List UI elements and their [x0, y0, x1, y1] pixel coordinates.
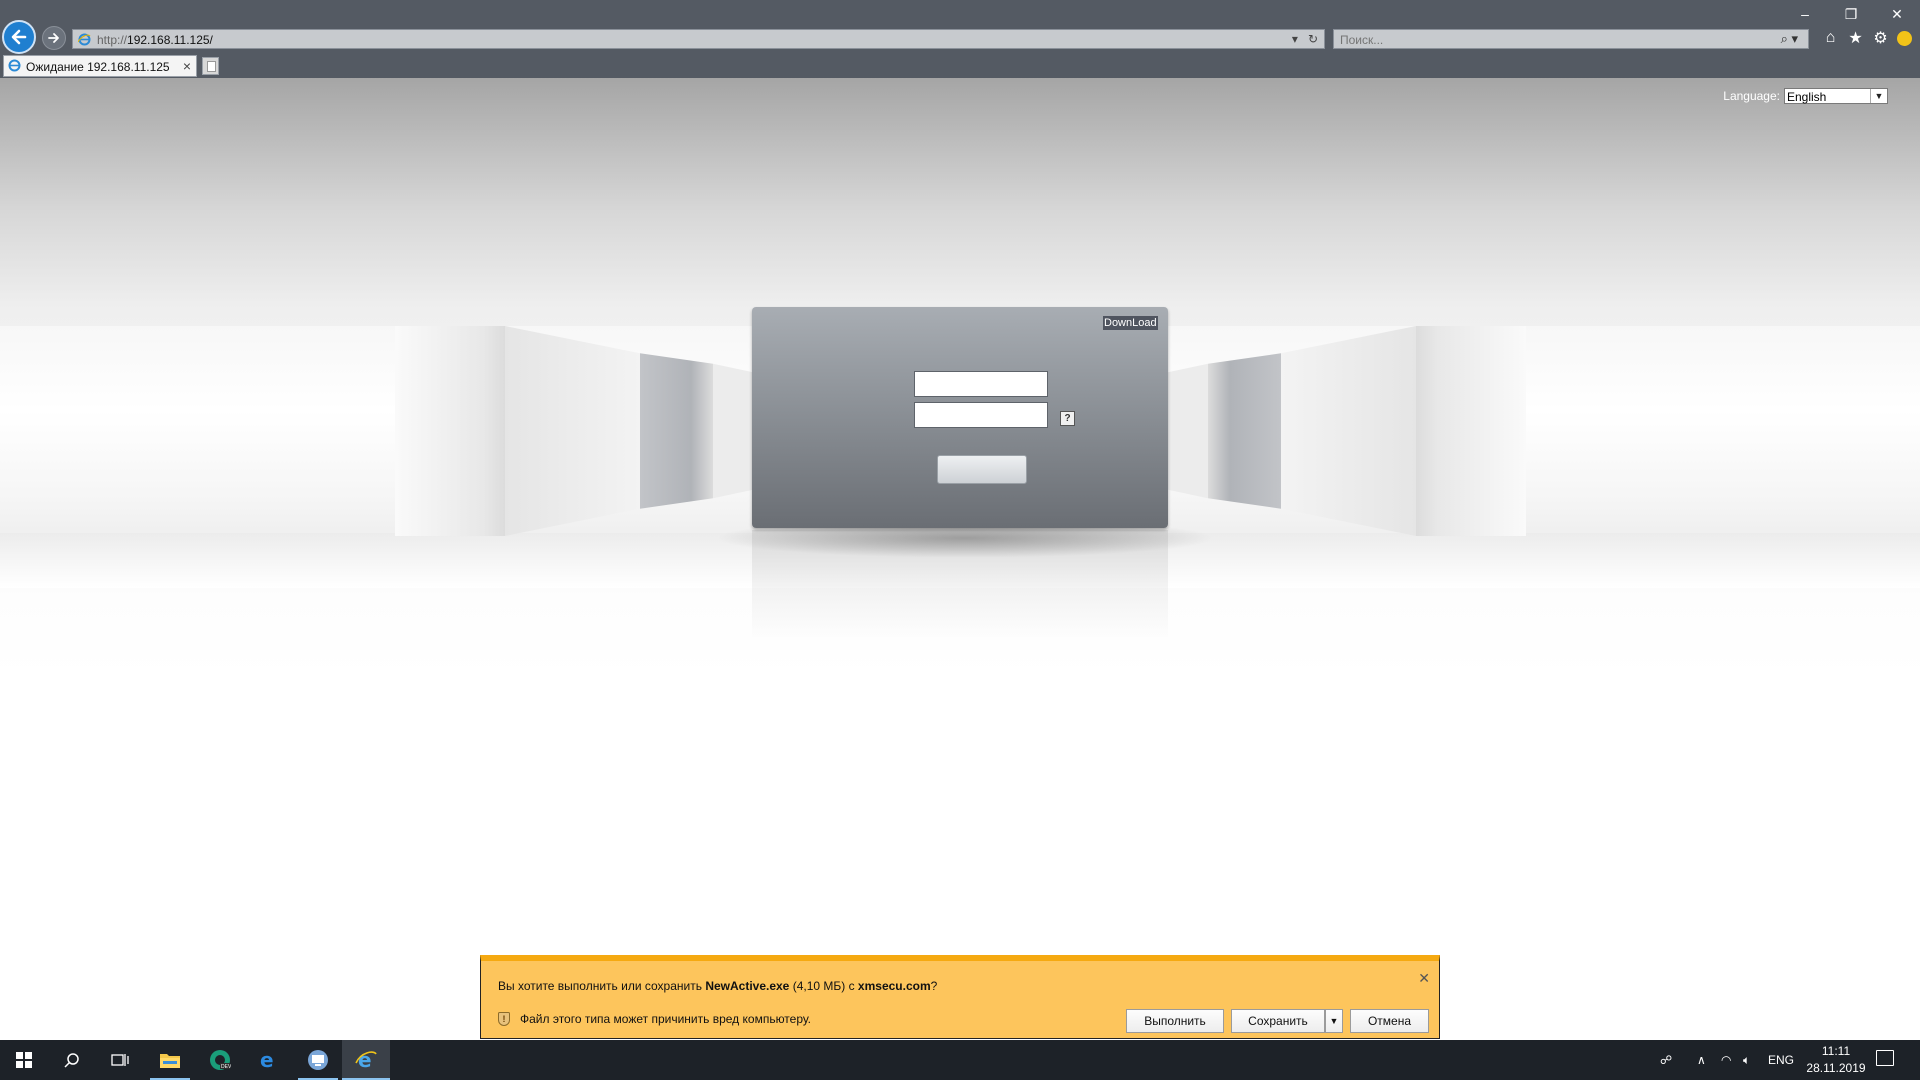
- arrow-left-icon: [11, 29, 27, 45]
- background-wall: [395, 326, 505, 536]
- download-question: Вы хотите выполнить или сохранить NewAct…: [498, 979, 937, 993]
- background-wall: [505, 326, 640, 536]
- system-tray: ☍: [1660, 1040, 1676, 1080]
- volume-icon[interactable]: 🔈︎: [1743, 1053, 1765, 1068]
- save-button[interactable]: Сохранить: [1231, 1009, 1325, 1033]
- ie-tab-icon: [8, 59, 21, 72]
- forward-button[interactable]: [42, 26, 66, 50]
- clock[interactable]: 11:11 28.11.2019: [1794, 1043, 1878, 1077]
- search-icon[interactable]: ⌕ ▾: [1781, 31, 1798, 47]
- feedback-smiley-icon[interactable]: [1897, 30, 1912, 46]
- language-selector: Language: English ▼: [1723, 88, 1888, 104]
- ie-page-icon: [78, 33, 91, 46]
- task-view-button[interactable]: [96, 1040, 144, 1080]
- warning-text: Файл этого типа может причинить вред ком…: [520, 1012, 812, 1026]
- window-controls: – ❐ ✕: [1782, 0, 1920, 28]
- people-icon[interactable]: ☍: [1660, 1053, 1676, 1067]
- back-button[interactable]: [2, 20, 36, 54]
- url-host: 192.168.11.125/: [127, 33, 213, 47]
- folder-icon: [160, 1054, 180, 1068]
- warning-shield-icon: !: [498, 1012, 510, 1026]
- taskbar-search-button[interactable]: [48, 1040, 96, 1080]
- close-icon[interactable]: ✕: [1418, 970, 1430, 987]
- username-input[interactable]: [914, 371, 1048, 397]
- question-suffix: ?: [930, 979, 938, 993]
- browser-tab[interactable]: Ожидание 192.168.11.125 ×: [3, 55, 197, 77]
- save-options-dropdown[interactable]: ▼: [1325, 1009, 1343, 1033]
- language-label: Language:: [1723, 89, 1780, 103]
- favorites-star-icon[interactable]: ★: [1847, 28, 1864, 48]
- panel-reflection: [752, 530, 1168, 640]
- download-plugin-button[interactable]: DownLoad: [1103, 316, 1158, 330]
- restore-button[interactable]: ❐: [1828, 0, 1874, 28]
- windows-logo-icon: [16, 1052, 32, 1068]
- internet-explorer-icon: e: [355, 1049, 377, 1071]
- arrow-right-icon: [48, 33, 59, 43]
- edge-legacy-button[interactable]: e: [244, 1040, 292, 1080]
- background-wall: [1281, 326, 1416, 536]
- start-button[interactable]: [0, 1040, 48, 1080]
- svg-text:e: e: [260, 1050, 274, 1070]
- url-protocol: http://: [97, 33, 128, 47]
- edge-dev-button[interactable]: DEV: [196, 1040, 244, 1080]
- search-icon: [64, 1053, 79, 1068]
- login-button[interactable]: [937, 455, 1027, 484]
- download-notification-bar: Вы хотите выполнить или сохранить NewAct…: [480, 955, 1440, 1039]
- language-select[interactable]: English ▼: [1784, 88, 1888, 104]
- file-size: (4,10 МБ) с: [789, 979, 858, 993]
- remote-desktop-icon: [308, 1050, 328, 1070]
- clock-date: 28.11.2019: [1806, 1061, 1866, 1075]
- chevron-up-icon[interactable]: ∧: [1697, 1053, 1717, 1067]
- tray-icons: ∧ ◠ 🔈︎ ENG: [1697, 1040, 1797, 1080]
- address-bar[interactable]: http://192.168.11.125/ ▾ ↻: [72, 29, 1325, 49]
- close-window-button[interactable]: ✕: [1874, 0, 1920, 28]
- address-dropdown-icon[interactable]: ▾: [1292, 32, 1298, 46]
- edge-dev-icon: DEV: [210, 1050, 231, 1070]
- svg-text:DEV: DEV: [221, 1064, 231, 1070]
- action-center-icon[interactable]: [1876, 1050, 1894, 1066]
- input-language[interactable]: ENG: [1765, 1053, 1797, 1067]
- login-panel: DownLoad ?: [752, 307, 1168, 528]
- background-wall: [1416, 326, 1526, 536]
- file-source: xmsecu.com: [857, 979, 931, 993]
- clock-time: 11:11: [1821, 1044, 1851, 1058]
- search-input[interactable]: [1338, 31, 1742, 49]
- language-value: English: [1787, 90, 1827, 104]
- taskbar: DEV e e ☍ ∧ ◠ 🔈︎ ENG 11:11 28.11.2019: [0, 1040, 1920, 1080]
- url-text: http://192.168.11.125/: [97, 33, 213, 47]
- file-explorer-button[interactable]: [146, 1040, 194, 1080]
- browser-chrome: http://192.168.11.125/ ▾ ↻ ⌕ ▾ ⌂ ★ ⚙ – ❐…: [0, 0, 1920, 78]
- task-view-icon: [111, 1054, 129, 1066]
- question-prefix: Вы хотите выполнить или сохранить: [498, 979, 706, 993]
- search-box[interactable]: ⌕ ▾: [1333, 29, 1809, 49]
- remote-app-button[interactable]: [294, 1040, 342, 1080]
- chevron-down-icon[interactable]: ▼: [1870, 89, 1887, 103]
- minimize-button[interactable]: –: [1782, 0, 1828, 28]
- cancel-button[interactable]: Отмена: [1350, 1009, 1429, 1033]
- internet-explorer-button[interactable]: e: [342, 1040, 390, 1080]
- tab-close-icon[interactable]: ×: [183, 58, 191, 74]
- password-input[interactable]: [914, 402, 1048, 428]
- settings-gear-icon[interactable]: ⚙: [1872, 28, 1889, 48]
- edge-legacy-icon: e: [260, 1050, 274, 1070]
- web-page: Language: English ▼ DownLoad ?: [0, 78, 1920, 1040]
- tab-title: Ожидание 192.168.11.125: [26, 60, 170, 74]
- file-name: NewActive.exe: [705, 979, 790, 993]
- chevron-down-icon: ▼: [1329, 1016, 1339, 1026]
- home-icon[interactable]: ⌂: [1822, 29, 1839, 47]
- password-help-button[interactable]: ?: [1060, 411, 1075, 426]
- download-warning: ! Файл этого типа может причинить вред к…: [498, 1012, 811, 1026]
- network-icon[interactable]: ◠: [1721, 1053, 1743, 1067]
- new-tab-button[interactable]: [202, 57, 219, 75]
- refresh-icon[interactable]: ↻: [1308, 32, 1318, 46]
- run-button[interactable]: Выполнить: [1126, 1009, 1224, 1033]
